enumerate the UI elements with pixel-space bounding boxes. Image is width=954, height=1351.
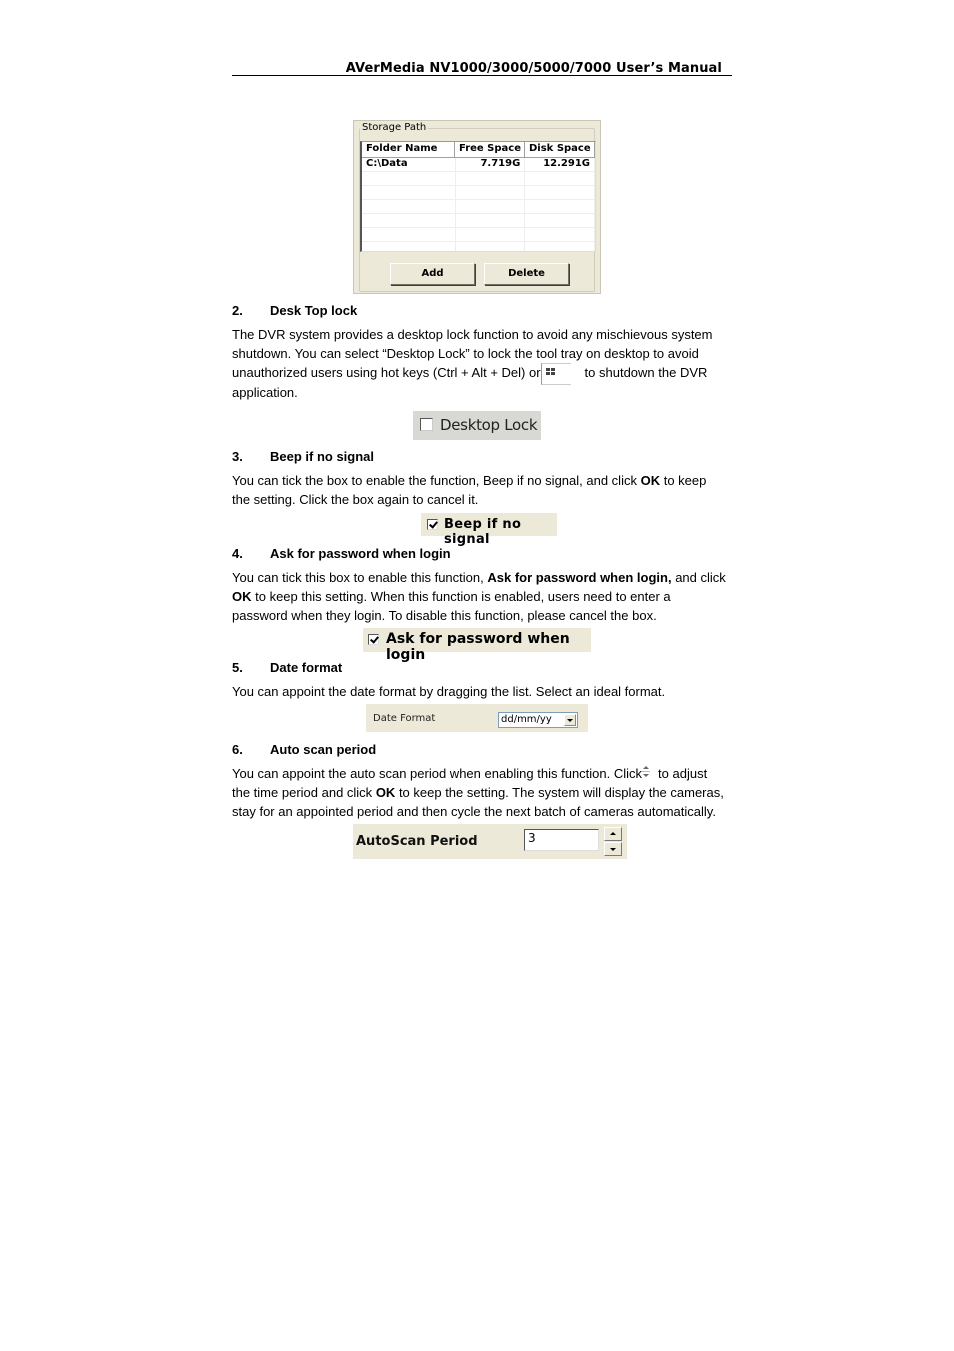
beep-if-no-signal-label: Beep if no signal bbox=[444, 517, 522, 547]
header-rule bbox=[232, 75, 732, 76]
storage-path-label: Storage Path bbox=[360, 122, 429, 133]
free-space-cell: 7.719G bbox=[456, 158, 526, 171]
paragraph-bold-text: OK bbox=[640, 473, 661, 488]
storage-path-panel: Storage Path Folder Name Free Space Disk… bbox=[353, 120, 601, 294]
section-title: Desk Top lock bbox=[270, 303, 358, 318]
section-paragraph: The DVR system provides a desktop lock f… bbox=[232, 325, 727, 402]
section-paragraph: You can appoint the auto scan period whe… bbox=[232, 764, 727, 822]
disk-space-cell: 12.291G bbox=[525, 158, 595, 171]
paragraph-text: and click bbox=[675, 570, 726, 585]
paragraph-text: to keep this setting. When this function… bbox=[232, 589, 671, 624]
folder-name-cell: C:\Data bbox=[362, 158, 456, 171]
paragraph-text: You can tick this box to enable this fun… bbox=[232, 570, 484, 585]
section-title: Ask for password when login bbox=[270, 546, 451, 561]
paragraph-bold-text: Ask for password when login, bbox=[487, 570, 672, 585]
section-heading-ask-password: 4. Ask for password when login bbox=[232, 546, 632, 562]
section-title: Beep if no signal bbox=[270, 449, 375, 464]
date-format-panel: Date Format dd/mm/yy bbox=[366, 704, 588, 732]
section-number: 3. bbox=[232, 449, 243, 464]
paragraph-bold-text: OK bbox=[375, 785, 396, 801]
date-format-select[interactable]: dd/mm/yy bbox=[498, 712, 578, 728]
date-format-label: Date Format bbox=[373, 713, 436, 724]
checkbox-checked-icon[interactable] bbox=[427, 519, 438, 530]
list-row-empty bbox=[362, 200, 595, 214]
spin-arrows-icon bbox=[642, 765, 650, 780]
list-row[interactable]: C:\Data 7.719G 12.291G bbox=[362, 158, 595, 172]
chevron-down-icon[interactable] bbox=[564, 714, 576, 726]
ask-password-checkbox[interactable]: Ask for password when login bbox=[363, 628, 591, 663]
windows-shutdown-icon bbox=[541, 363, 571, 385]
list-row-empty bbox=[362, 228, 595, 242]
autoscan-period-spinner[interactable] bbox=[604, 827, 622, 856]
checkbox-checked-icon[interactable] bbox=[368, 634, 379, 645]
section-heading-auto-scan: 6. Auto scan period bbox=[232, 742, 632, 758]
paragraph-text: You can tick the box to enable the funct… bbox=[232, 473, 637, 488]
section-heading-date-format: 5. Date format bbox=[232, 660, 632, 676]
date-format-value: dd/mm/yy bbox=[501, 714, 552, 725]
autoscan-period-panel: AutoScan Period 3 bbox=[353, 824, 627, 859]
add-button[interactable]: Add bbox=[390, 263, 475, 285]
list-row-empty bbox=[362, 242, 595, 251]
section-number: 4. bbox=[232, 546, 243, 561]
spin-up-arrow-icon[interactable] bbox=[604, 827, 622, 841]
list-row-empty bbox=[362, 172, 595, 186]
section-heading-beep: 3. Beep if no signal bbox=[232, 449, 632, 465]
desktop-lock-label: Desktop Lock bbox=[440, 416, 538, 434]
column-header-disk-space[interactable]: Disk Space bbox=[525, 142, 595, 157]
autoscan-period-input[interactable]: 3 bbox=[524, 829, 599, 851]
delete-button[interactable]: Delete bbox=[484, 263, 569, 285]
section-paragraph: You can tick the box to enable the funct… bbox=[232, 471, 727, 509]
ask-password-label: Ask for password when login bbox=[386, 631, 570, 663]
section-title: Date format bbox=[270, 660, 343, 675]
section-number: 6. bbox=[232, 742, 243, 757]
list-row-empty bbox=[362, 214, 595, 228]
section-number: 2. bbox=[232, 303, 243, 318]
section-title: Auto scan period bbox=[270, 742, 377, 757]
checkbox-unchecked-icon[interactable] bbox=[420, 418, 433, 431]
section-number: 5. bbox=[232, 660, 243, 675]
section-heading-desktop-lock: 2. Desk Top lock bbox=[232, 303, 632, 319]
column-header-folder-name[interactable]: Folder Name bbox=[362, 142, 455, 157]
column-header-free-space[interactable]: Free Space bbox=[455, 142, 525, 157]
list-row-empty bbox=[362, 186, 595, 200]
paragraph-bold-text: OK bbox=[232, 589, 252, 605]
section-paragraph: You can appoint the date format by dragg… bbox=[232, 682, 727, 701]
paragraph-text: You can appoint the date format by dragg… bbox=[232, 684, 666, 699]
section-paragraph: You can tick this box to enable this fun… bbox=[232, 568, 727, 626]
desktop-lock-checkbox[interactable]: Desktop Lock bbox=[413, 411, 541, 440]
paragraph-text: You can appoint the auto scan period whe… bbox=[232, 766, 643, 781]
beep-if-no-signal-checkbox[interactable]: Beep if no signal bbox=[421, 513, 557, 547]
autoscan-period-label: AutoScan Period bbox=[356, 834, 478, 849]
spin-down-arrow-icon[interactable] bbox=[604, 842, 622, 856]
storage-path-list[interactable]: Folder Name Free Space Disk Space C:\Dat… bbox=[360, 141, 596, 252]
list-header: Folder Name Free Space Disk Space bbox=[362, 142, 595, 158]
